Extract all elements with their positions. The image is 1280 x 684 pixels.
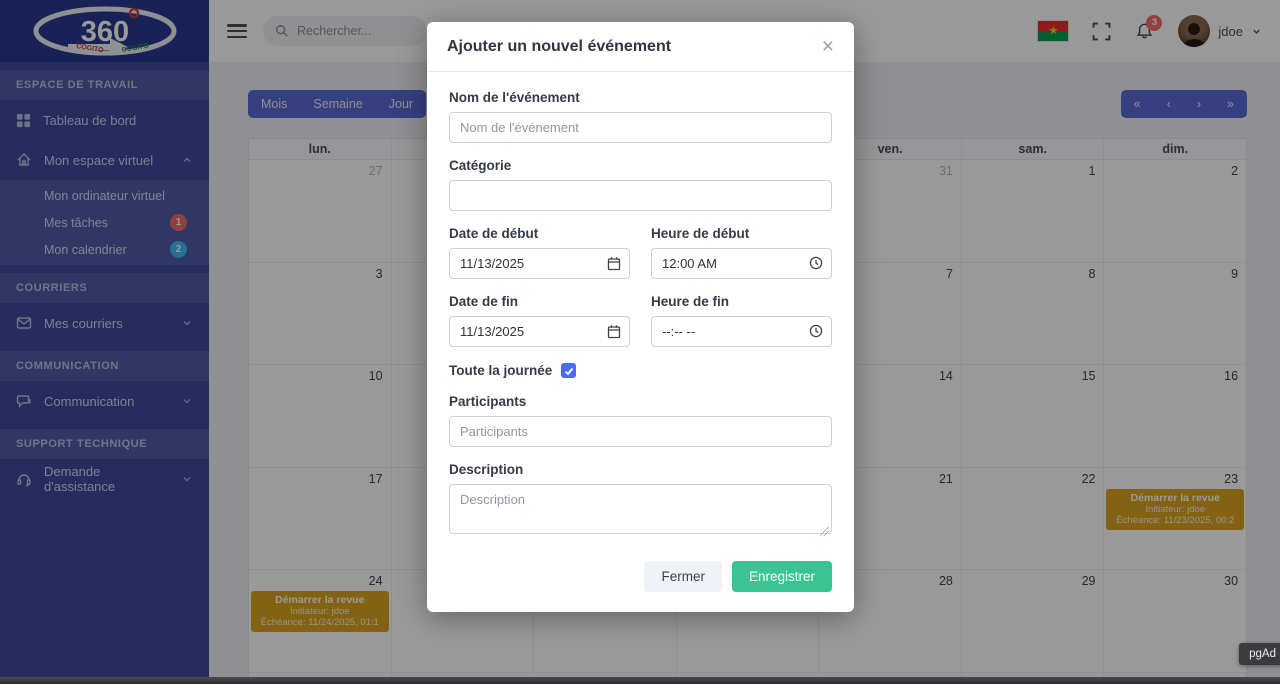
taskbar-edge[interactable] [0,677,1280,684]
start-date-label: Date de début [449,226,630,241]
end-date-label: Date de fin [449,294,630,309]
add-event-modal: Ajouter un nouvel événement × Nom de l'é… [427,22,854,612]
category-label: Catégorie [449,158,832,173]
participants-input[interactable] [449,416,832,447]
end-date-input[interactable] [449,316,630,347]
start-time-label: Heure de début [651,226,832,241]
modal-title: Ajouter un nouvel événement [447,38,671,56]
all-day-label: Toute la journée [449,363,552,378]
resize-handle[interactable] [820,527,829,536]
description-textarea[interactable] [449,484,832,534]
taskbar-tooltip: pgAd [1239,643,1280,665]
check-icon [564,366,574,376]
end-time-input[interactable] [651,316,832,347]
end-time-label: Heure de fin [651,294,832,309]
event-name-label: Nom de l'événement [449,90,832,105]
start-date-input[interactable] [449,248,630,279]
save-button[interactable]: Enregistrer [732,561,832,592]
event-name-input[interactable] [449,112,832,143]
participants-label: Participants [449,394,832,409]
all-day-checkbox[interactable] [561,363,576,378]
description-label: Description [449,462,832,477]
start-time-input[interactable] [651,248,832,279]
category-input[interactable] [449,180,832,211]
close-icon[interactable]: × [822,36,834,57]
close-button[interactable]: Fermer [644,561,722,592]
